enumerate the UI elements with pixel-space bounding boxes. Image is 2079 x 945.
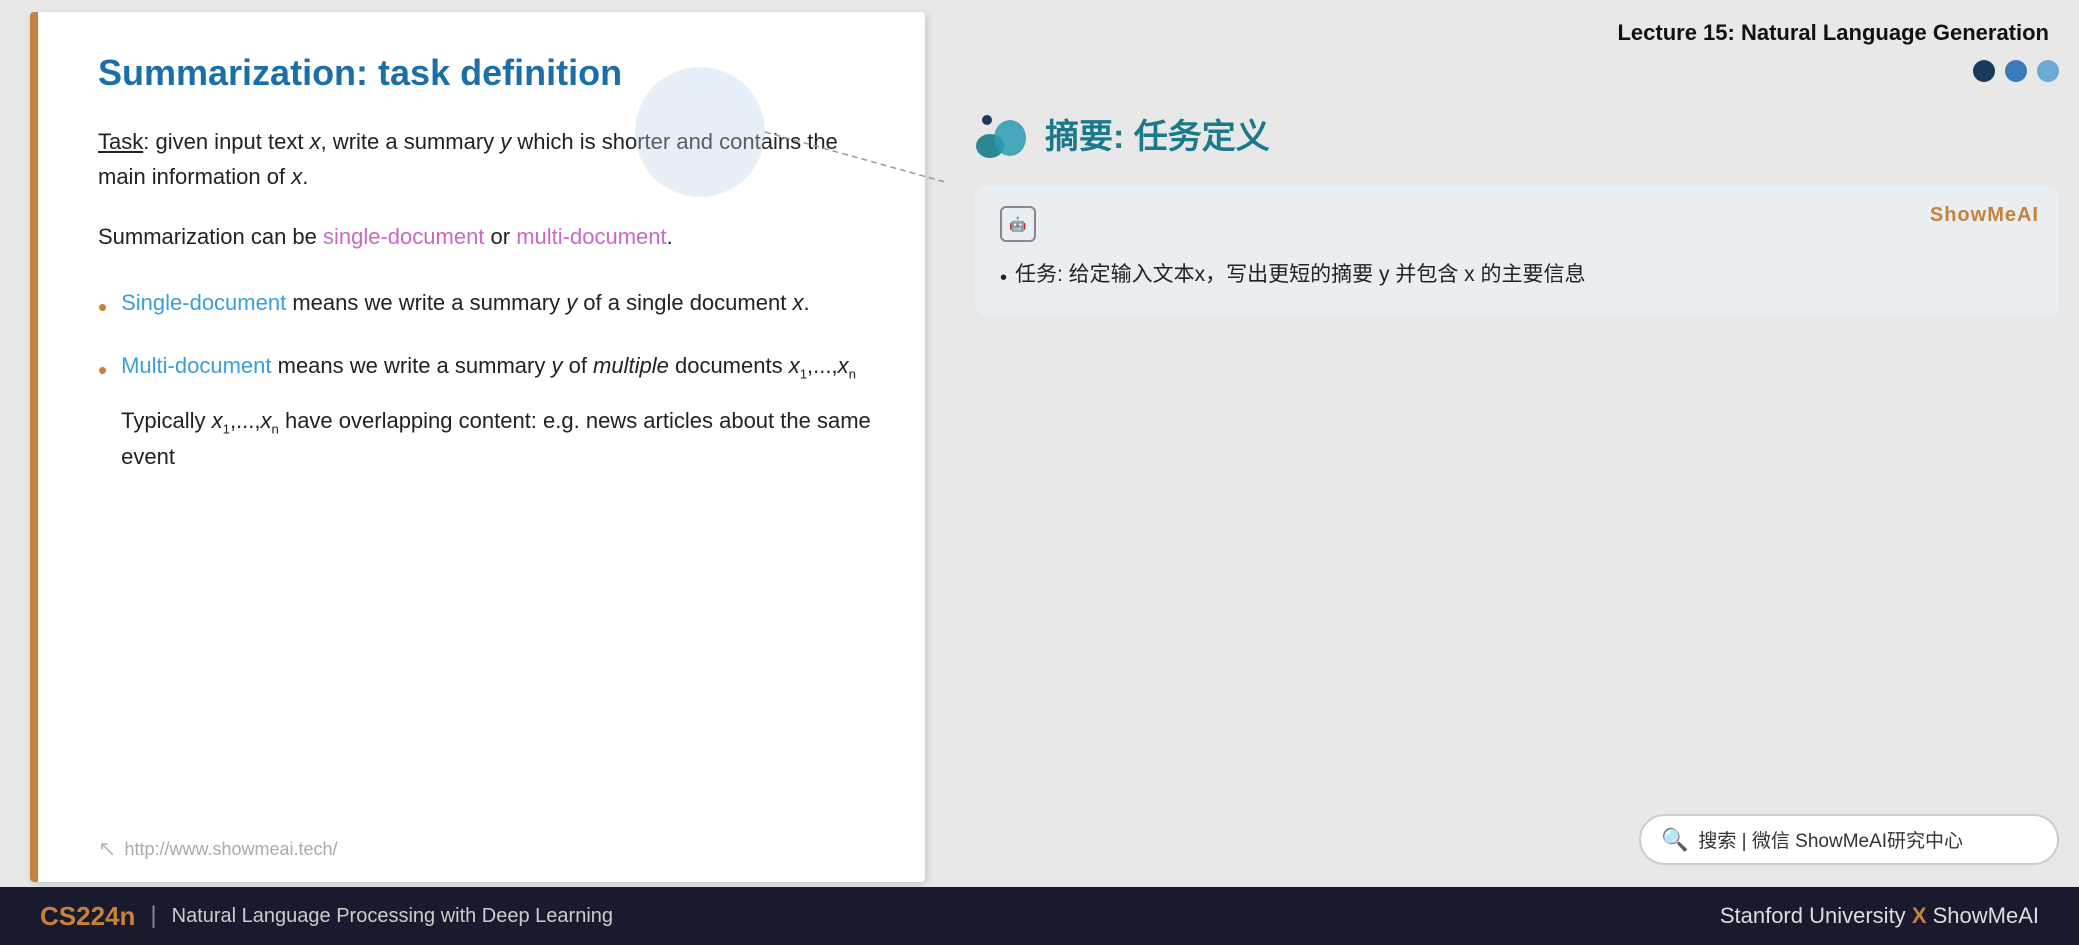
slide-footer: ↖ http://www.showmeai.tech/ [98, 836, 338, 862]
can-be-line: Summarization can be single-document or … [98, 219, 875, 254]
ai-box: 🤖 ShowMeAI • 任务: 给定输入文本x，写出更短的摘要 y 并包含 x… [975, 186, 2059, 315]
stanford-text: Stanford University [1720, 903, 1906, 928]
main-area: Summarization: task definition Task: giv… [0, 0, 2079, 895]
nav-dot-1[interactable] [1973, 60, 1995, 82]
search-bar[interactable]: 🔍 搜索 | 微信 ShowMeAI研究中心 [1639, 814, 2059, 865]
ai-content: • 任务: 给定输入文本x，写出更短的摘要 y 并包含 x 的主要信息 [1000, 257, 2034, 295]
single-doc-term: single-document [323, 224, 484, 249]
chinese-title-area: 摘要: 任务定义 [975, 106, 2059, 161]
wave-icon [975, 106, 1030, 161]
ai-text: 任务: 给定输入文本x，写出更短的摘要 y 并包含 x 的主要信息 [1015, 257, 1586, 293]
search-text: 搜索 | 微信 ShowMeAI研究中心 [1698, 826, 1963, 853]
chinese-title: 摘要: 任务定义 [1045, 109, 1270, 158]
nav-dot-2[interactable] [2005, 60, 2027, 82]
single-doc-text: Single-document means we write a summary… [121, 285, 809, 320]
slide-body: Task: given input text x, write a summar… [98, 124, 875, 474]
nav-dots [1973, 60, 2059, 82]
footer-url: http://www.showmeai.tech/ [124, 839, 337, 860]
showmeai-brand: ShowMeAI [1933, 903, 2039, 928]
showmeai-label: ShowMeAI [1930, 204, 2039, 227]
multi-doc-text: Multi-document means we write a summary … [121, 348, 875, 474]
bottom-bar: CS224n | Natural Language Processing wit… [0, 887, 2079, 945]
ai-icon: 🤖 [1009, 216, 1026, 233]
typically-text: Typically x1,...,xn have overlapping con… [121, 403, 875, 475]
bottom-subtitle: Natural Language Processing with Deep Le… [172, 905, 613, 928]
ai-badge: 🤖 [1000, 206, 1036, 242]
circle-decoration [635, 67, 765, 197]
bottom-divider: | [150, 902, 156, 930]
nav-dot-3[interactable] [2037, 60, 2059, 82]
right-panel: Lecture 15: Natural Language Generation … [945, 0, 2079, 895]
slide-panel: Summarization: task definition Task: giv… [30, 12, 925, 882]
slide-title: Summarization: task definition [98, 52, 875, 94]
lecture-title: Lecture 15: Natural Language Generation [975, 10, 2059, 56]
single-doc-term-bullet: Single-document [121, 290, 286, 315]
bottom-left: CS224n | Natural Language Processing wit… [40, 901, 613, 932]
footer-icon: ↖ [98, 836, 116, 862]
bullet-dot-1: • [98, 287, 107, 329]
ai-bullet: • 任务: 给定输入文本x，写出更短的摘要 y 并包含 x 的主要信息 [1000, 257, 2034, 295]
x-symbol: X [1912, 903, 1933, 928]
multi-doc-bullet-section: • Multi-document means we write a summar… [98, 348, 875, 474]
multi-doc-term: multi-document [516, 224, 666, 249]
bullet-dot-2: • [98, 350, 107, 392]
search-icon: 🔍 [1661, 827, 1688, 853]
bottom-right: Stanford University X ShowMeAI [1720, 903, 2039, 929]
course-label: CS224n [40, 901, 135, 932]
task-label: Task [98, 129, 143, 154]
multi-doc-term-bullet: Multi-document [121, 353, 271, 378]
ai-bullet-dot: • [1000, 261, 1007, 295]
single-doc-bullet-section: • Single-document means we write a summa… [98, 285, 875, 329]
